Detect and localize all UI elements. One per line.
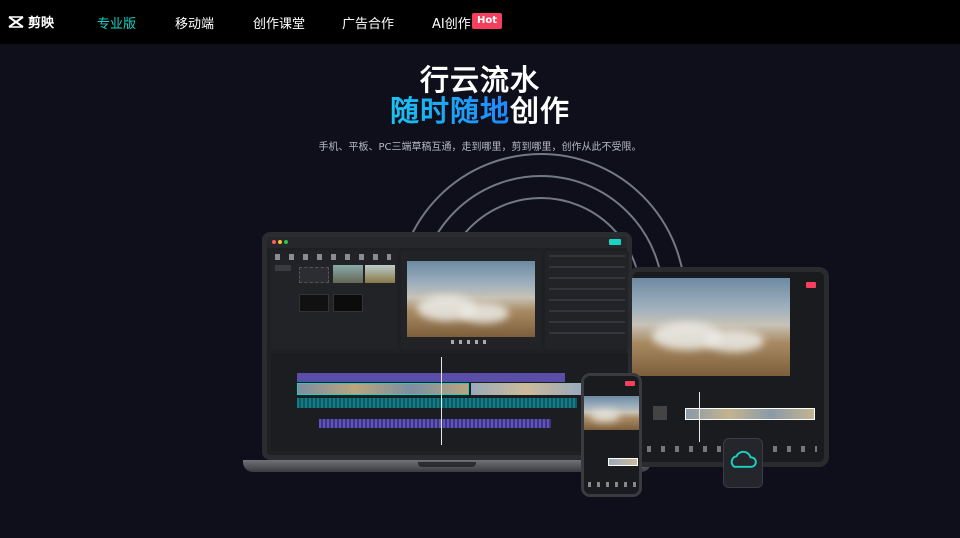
cloud-icon (730, 450, 757, 468)
laptop-notch (418, 462, 476, 467)
hero-title-line2: 随时随地创作 (0, 88, 960, 130)
import-media (299, 267, 329, 283)
media-thumb-4 (333, 294, 363, 312)
phone-toolbar (588, 482, 636, 487)
player-controls (451, 340, 491, 344)
editor-titlebar (267, 237, 627, 248)
timeline-panel (271, 353, 629, 451)
nav-item-mobile[interactable]: 移动端 (175, 13, 214, 32)
hero-subtitle: 手机、平板、PC三端草稿互通，走到哪里，剪到哪里，创作从此不受限。 (318, 142, 642, 153)
tablet-track-cover (653, 406, 667, 420)
laptop-editor-mockup (262, 232, 632, 460)
media-thumb-1 (333, 265, 363, 283)
tablet-timeline-clip (685, 408, 815, 420)
text-track (297, 373, 565, 382)
nav-item-pro[interactable]: 专业版 (97, 13, 136, 32)
hero-title-highlight: 随时随地 (389, 94, 510, 128)
phone-video (584, 396, 639, 430)
nav-item-ads[interactable]: 广告合作 (342, 13, 394, 32)
video-track-clip-1 (297, 383, 469, 395)
tablet-playhead (699, 392, 700, 442)
nav-item-course[interactable]: 创作课堂 (253, 13, 305, 32)
audio-track-2 (319, 419, 551, 428)
inspector-rows (549, 255, 625, 343)
hot-badge: Hot (472, 13, 503, 29)
player-video (407, 261, 535, 337)
hero-title-rest: 创作 (510, 94, 571, 128)
audio-track-1 (297, 398, 577, 408)
maximize-dot-icon (284, 240, 288, 244)
tablet-export-button (806, 282, 816, 288)
close-dot-icon (272, 240, 276, 244)
phone-export-button (625, 381, 635, 386)
media-thumb-2 (365, 265, 395, 283)
logo[interactable]: 剪映 (8, 12, 54, 31)
media-tab (275, 265, 291, 271)
tablet-editor-mockup (628, 267, 829, 467)
export-button (609, 239, 621, 245)
minimize-dot-icon (278, 240, 282, 244)
media-panel (271, 251, 397, 349)
tablet-video (632, 278, 790, 376)
cloud-sync-file (723, 438, 763, 488)
phone-timeline-clip (608, 458, 638, 466)
nav-item-ai[interactable]: AI创作 (432, 13, 471, 32)
timeline-playhead (441, 357, 442, 445)
inspector-panel (545, 251, 629, 349)
top-nav: 剪映 专业版 移动端 创作课堂 广告合作 AI创作 Hot (0, 0, 960, 44)
video-track-clip-2 (471, 383, 581, 395)
media-thumb-3 (299, 294, 329, 312)
player-panel (401, 251, 541, 349)
logo-text: 剪映 (28, 16, 55, 31)
phone-editor-mockup (581, 373, 642, 497)
capcut-logo-icon (8, 15, 24, 28)
media-toolbar (275, 254, 391, 260)
